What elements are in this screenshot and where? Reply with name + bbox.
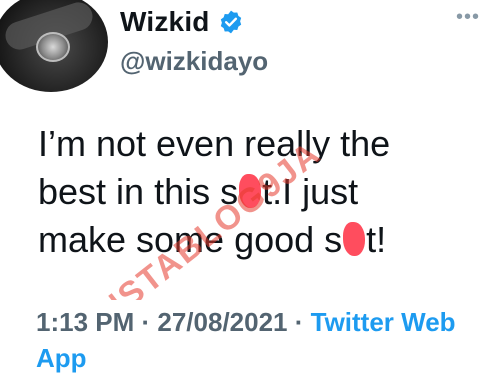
tweet-meta: 1:13 PM · 27/08/2021 · Twitter Web App (36, 304, 486, 376)
tweet-line-1: I’m not even really the (38, 123, 391, 164)
user-handle[interactable]: @wizkidayo (120, 46, 268, 77)
tweet-text: I’m not even really the best in this s t.… (38, 120, 478, 264)
more-icon[interactable]: ••• (456, 6, 480, 29)
tweet-line-3-start: make some good s (38, 219, 343, 260)
display-name[interactable]: Wizkid (120, 6, 210, 38)
meta-separator: · (287, 307, 311, 337)
tweet-card: Wizkid @wizkidayo ••• I’m not even reall… (0, 0, 500, 385)
tweet-line-3: make some good s t! (38, 216, 478, 264)
name-row: Wizkid (120, 6, 244, 38)
avatar-watch (36, 32, 70, 62)
meta-separator: · (134, 307, 158, 337)
tweet-line-2-start: best in this s (38, 171, 239, 212)
tweet-time[interactable]: 1:13 PM (36, 307, 134, 337)
tweet-line-2: best in this s t.I just (38, 168, 478, 216)
verified-badge-icon (220, 10, 241, 34)
tweet-line-2-end: t.I just (262, 171, 359, 212)
censor-mark (343, 222, 366, 256)
tweet-line-3-end: t! (366, 219, 387, 260)
censor-mark (239, 174, 262, 208)
tweet-date[interactable]: 27/08/2021 (157, 307, 287, 337)
avatar[interactable] (0, 0, 108, 92)
